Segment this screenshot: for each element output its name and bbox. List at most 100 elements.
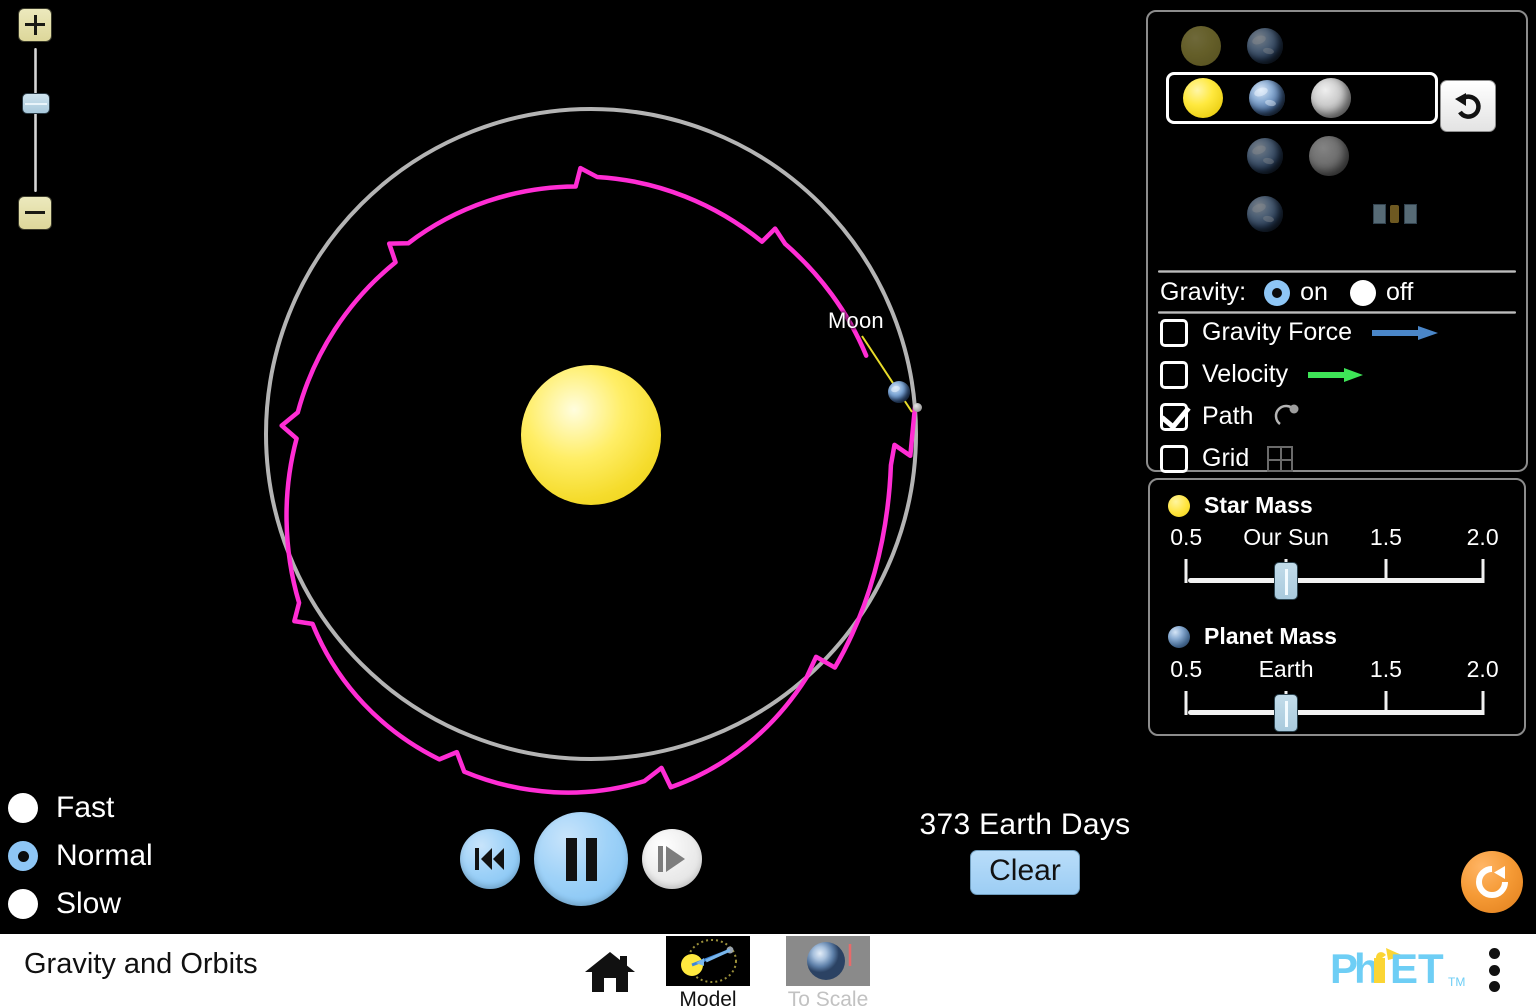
step-forward-button[interactable] (642, 829, 702, 889)
checkbox-path[interactable]: Path (1160, 402, 1301, 431)
tab-model[interactable]: Model (666, 936, 750, 1008)
pause-button[interactable] (534, 812, 628, 906)
planet-mass-tick-labels: 0.5 Earth 1.5 2.0 (1180, 656, 1492, 682)
zoom-slider-thumb[interactable] (22, 93, 50, 114)
checkbox-box-grid[interactable] (1160, 445, 1188, 473)
moon-icon (1309, 136, 1349, 176)
tab-to-scale[interactable]: To Scale (786, 936, 870, 1008)
planet-mass-track[interactable] (1188, 710, 1484, 715)
earth-days-text: 373 Earth Days (910, 808, 1140, 842)
radio-icon-fast[interactable] (8, 793, 38, 823)
checkbox-box-gravity-force[interactable] (1160, 319, 1188, 347)
moon-body[interactable] (913, 403, 922, 412)
planet-mass-thumb[interactable] (1274, 694, 1298, 732)
clear-button[interactable]: Clear (970, 850, 1080, 895)
mass-panel: Star Mass 0.5 Our Sun 1.5 2.0 (1148, 478, 1526, 736)
divider (1158, 270, 1516, 273)
earth-icon (1247, 196, 1283, 232)
gravity-off-label: off (1386, 278, 1413, 307)
page-title: Gravity and Orbits (24, 948, 258, 981)
zoom-in-button[interactable] (18, 8, 52, 42)
star-mass-track[interactable] (1188, 578, 1484, 583)
kebab-menu-icon[interactable] (1488, 948, 1500, 992)
grid-icon (1267, 446, 1293, 472)
checkbox-velocity[interactable]: Velocity (1160, 360, 1364, 389)
gravity-on-radio[interactable] (1264, 280, 1290, 306)
earth-icon (1247, 138, 1283, 174)
checkbox-label-grid: Grid (1202, 444, 1249, 473)
planet-mass-slider[interactable]: 0.5 Earth 1.5 2.0 (1180, 656, 1492, 726)
tick-label: 2.0 (1467, 656, 1499, 683)
restart-arrow-icon (1451, 90, 1485, 122)
orbit-path-icon (1271, 403, 1301, 431)
sun-icon (1181, 26, 1221, 66)
planet-mass-track-area[interactable] (1180, 688, 1492, 724)
restart-button[interactable] (1440, 80, 1496, 132)
tab-to-scale-label: To Scale (786, 988, 870, 1008)
checkbox-box-velocity[interactable] (1160, 361, 1188, 389)
simulation-canvas[interactable]: Moon Fast Normal Slow (0, 0, 1536, 930)
phet-logo[interactable]: P h E T TM (1330, 946, 1480, 992)
star-mass-slider[interactable]: 0.5 Our Sun 1.5 2.0 (1180, 524, 1492, 594)
rewind-button[interactable] (460, 829, 520, 889)
tick-label: 1.5 (1370, 656, 1402, 683)
zoom-slider-track[interactable] (34, 48, 37, 192)
earth-icon (1168, 626, 1190, 648)
earth-icon (1247, 28, 1283, 64)
speed-label-slow: Slow (56, 887, 121, 921)
zoom-control[interactable] (10, 8, 50, 233)
minus-icon (25, 203, 45, 223)
tab-model-label: Model (666, 988, 750, 1008)
checkbox-grid[interactable]: Grid (1160, 444, 1293, 473)
home-button[interactable] (584, 950, 636, 994)
reset-all-button[interactable] (1461, 851, 1523, 913)
zoom-out-button[interactable] (18, 196, 52, 230)
tick-label: 2.0 (1467, 524, 1499, 551)
tick-label: 1.5 (1370, 524, 1402, 551)
tick-label: 0.5 (1170, 524, 1202, 551)
earth-icon (1249, 80, 1285, 116)
step-forward-icon (658, 846, 686, 872)
blue-arrow-icon (1372, 326, 1438, 340)
scenario-earth-moon[interactable] (1164, 130, 1432, 182)
sun-icon (1168, 495, 1190, 517)
star-mass-thumb[interactable] (1274, 562, 1298, 600)
star-mass-header: Star Mass (1168, 492, 1313, 519)
radio-icon-normal[interactable] (8, 841, 38, 871)
speed-option-slow[interactable]: Slow (8, 880, 153, 928)
home-icon (584, 950, 636, 994)
speed-radio-group[interactable]: Fast Normal Slow (8, 784, 153, 928)
earth-body[interactable] (888, 381, 910, 403)
playback-controls[interactable] (460, 812, 702, 906)
star-mass-track-area[interactable] (1180, 556, 1492, 592)
star-mass-tick-labels: 0.5 Our Sun 1.5 2.0 (1180, 524, 1492, 550)
moon-icon (1311, 78, 1351, 118)
sun-body[interactable] (521, 365, 661, 505)
moon-label: Moon (828, 308, 884, 334)
speed-option-fast[interactable]: Fast (8, 784, 153, 832)
speed-option-normal[interactable]: Normal (8, 832, 153, 880)
tab-model-thumbnail (666, 936, 750, 986)
satellite-icon (1373, 201, 1417, 227)
checkbox-label-velocity: Velocity (1202, 360, 1288, 389)
speed-label-normal: Normal (56, 839, 153, 873)
tick-label: 0.5 (1170, 656, 1202, 683)
svg-text:T: T (1418, 946, 1444, 992)
checkbox-gravity-force[interactable]: Gravity Force (1160, 318, 1438, 347)
tick-label: Our Sun (1243, 524, 1329, 551)
scenario-sun-earth-moon[interactable] (1166, 72, 1438, 124)
tick-label: Earth (1259, 656, 1314, 683)
scenario-earth-satellite[interactable] (1164, 188, 1432, 240)
gravity-and-orbits-app: Moon Fast Normal Slow (0, 0, 1536, 1008)
scenario-selector[interactable] (1158, 20, 1516, 256)
checkbox-label-gravity-force: Gravity Force (1202, 318, 1352, 347)
divider (1158, 311, 1516, 314)
navbar-divider (0, 930, 1536, 934)
checkbox-box-path[interactable] (1160, 403, 1188, 431)
sun-icon (1183, 78, 1223, 118)
gravity-off-radio[interactable] (1350, 280, 1376, 306)
radio-icon-slow[interactable] (8, 889, 38, 919)
scenario-sun-earth[interactable] (1164, 20, 1432, 72)
plus-icon (25, 15, 45, 35)
gravity-radio-group[interactable]: Gravity: on off (1160, 278, 1435, 307)
